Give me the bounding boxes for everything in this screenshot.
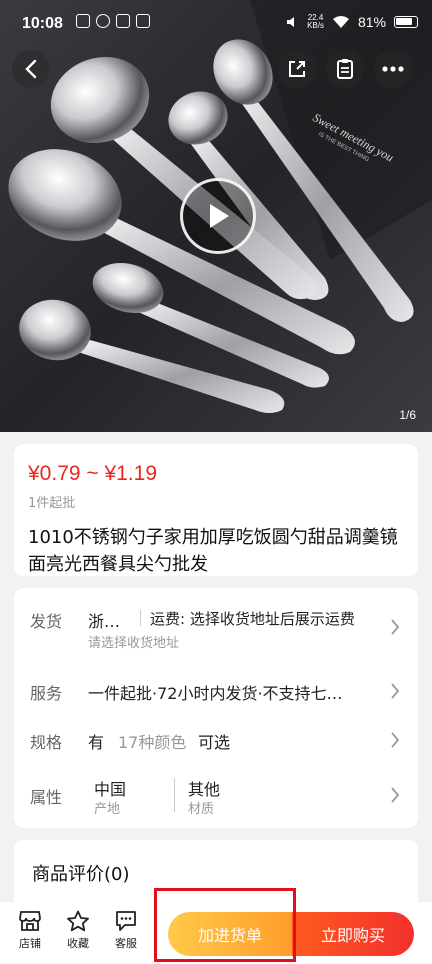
origin-value: 中国 xyxy=(94,780,127,799)
network-speed-unit: KB/s xyxy=(307,21,324,30)
message-notification-icon xyxy=(136,14,150,28)
status-time: 10:08 xyxy=(22,15,63,32)
attributes-row[interactable]: 属性 中国 产地 其他 材质 xyxy=(14,768,418,820)
chevron-right-icon xyxy=(391,619,400,635)
wifi-icon xyxy=(332,16,349,28)
store-label: 店铺 xyxy=(19,937,41,950)
spec-count: 17种颜色 xyxy=(118,733,187,752)
tiktok-notification-icon xyxy=(116,14,130,28)
mute-icon xyxy=(287,17,295,27)
price-range: ¥0.79 ~ ¥1.19 xyxy=(28,462,158,485)
customer-service-tab[interactable]: 客服 xyxy=(106,910,146,951)
order-list-button[interactable] xyxy=(326,50,364,88)
divider xyxy=(174,778,175,812)
clipboard-icon xyxy=(337,59,353,79)
reviews-title: 商品评价(0) xyxy=(32,864,130,885)
divider xyxy=(140,610,141,626)
shipping-label: 发货 xyxy=(30,612,63,631)
chevron-right-icon xyxy=(391,683,400,699)
min-order-text: 1件起批 xyxy=(28,496,76,511)
favorite-label: 收藏 xyxy=(67,937,89,950)
store-icon xyxy=(19,911,41,931)
product-title: 1010不锈钢勺子家用加厚吃饭圆勺甜品调羹镜面亮光西餐具尖勺批发 xyxy=(28,527,398,575)
service-value: 一件起批·72小时内发货·不支持七… xyxy=(88,684,343,703)
play-video-button[interactable] xyxy=(180,178,256,254)
cloud-notification-icon xyxy=(96,14,110,28)
shipping-hint: 请选择收货地址 xyxy=(88,636,180,651)
favorite-tab[interactable]: 收藏 xyxy=(58,910,98,951)
share-icon xyxy=(289,61,305,77)
chevron-right-icon xyxy=(391,732,400,748)
chat-icon xyxy=(116,911,136,931)
image-page-indicator: 1/6 xyxy=(399,408,416,422)
app-notification-icon xyxy=(76,14,90,28)
more-button[interactable] xyxy=(374,50,412,88)
battery-icon xyxy=(394,16,418,28)
spec-selectable: 可选 xyxy=(198,733,231,752)
material-name: 材质 xyxy=(188,802,215,817)
spec-row[interactable]: 规格 有 17种颜色 可选 xyxy=(14,716,418,762)
more-dots-icon xyxy=(382,66,404,72)
play-icon xyxy=(210,204,229,228)
network-speed: 22.4 KB/s xyxy=(307,14,324,30)
battery-percent: 81% xyxy=(357,14,386,30)
product-image-gallery[interactable]: Sweet meeting you IS THE BEST THING 10:0… xyxy=(0,0,432,432)
shipping-origin: 浙… xyxy=(88,612,121,631)
chevron-left-icon xyxy=(25,59,37,79)
shipping-row[interactable]: 发货 浙… 运费: 选择收货地址后展示运费 请选择收货地址 xyxy=(14,588,418,654)
store-tab[interactable]: 店铺 xyxy=(10,910,50,951)
service-label: 服务 xyxy=(30,684,63,703)
buy-now-button[interactable]: 立即购买 xyxy=(292,912,414,956)
attributes-label: 属性 xyxy=(30,788,63,807)
star-icon xyxy=(67,910,89,932)
status-bar: 10:08 22.4 KB/s 81% xyxy=(0,0,432,44)
back-button[interactable] xyxy=(12,50,50,88)
origin-name: 产地 xyxy=(94,802,121,817)
service-row[interactable]: 服务 一件起批·72小时内发货·不支持七… xyxy=(14,666,418,712)
product-info-card: 发货 浙… 运费: 选择收货地址后展示运费 请选择收货地址 服务 一件起批·72… xyxy=(14,588,418,828)
status-right: 22.4 KB/s 81% xyxy=(285,14,418,30)
share-button[interactable] xyxy=(278,50,316,88)
spec-label: 规格 xyxy=(30,733,63,752)
shipping-freight: 运费: 选择收货地址后展示运费 xyxy=(150,610,355,628)
spec-has: 有 xyxy=(88,733,105,752)
service-tab-label: 客服 xyxy=(115,937,137,950)
material-value: 其他 xyxy=(188,780,221,799)
highlight-annotation-box xyxy=(154,888,296,962)
chevron-right-icon xyxy=(391,787,400,803)
status-notification-icons xyxy=(76,14,150,28)
